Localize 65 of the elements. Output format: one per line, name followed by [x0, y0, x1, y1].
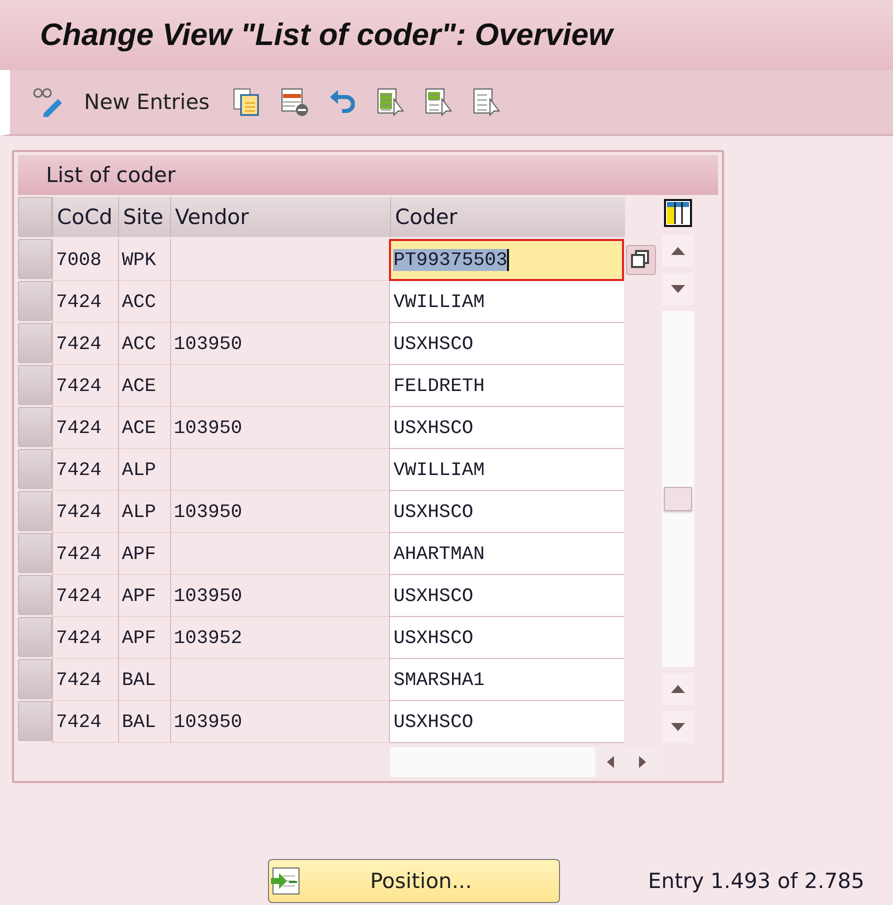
table-cell: 7424	[52, 281, 118, 323]
window-title: Change View "List of coder": Overview	[40, 17, 613, 53]
table-cell: 7424	[52, 533, 118, 575]
coder-input-field[interactable]: USXHSCO	[389, 407, 624, 449]
coder-input-field[interactable]: AHARTMAN	[389, 533, 624, 575]
entry-count: Entry 1.493 of 2.785	[648, 869, 864, 893]
down-triangle-icon	[671, 723, 685, 731]
table-cell: 7424	[52, 659, 118, 701]
right-triangle-icon	[637, 756, 648, 768]
page-down-button[interactable]	[662, 711, 694, 743]
column-header[interactable]: Coder	[390, 197, 625, 237]
coder-input-field[interactable]: USXHSCO	[389, 323, 624, 365]
copy-icon[interactable]	[232, 87, 262, 117]
table-cell: APF	[118, 617, 170, 659]
coder-input-field[interactable]: USXHSCO	[389, 617, 624, 659]
coder-input-field[interactable]: FELDRETH	[389, 365, 624, 407]
table-cell: ACC	[118, 323, 170, 365]
table-cell: ALP	[118, 491, 170, 533]
table-cell: ACE	[118, 365, 170, 407]
column-header[interactable]: Site	[118, 197, 170, 237]
column-header[interactable]: CoCd	[52, 197, 118, 237]
coder-input-field[interactable]: USXHSCO	[389, 575, 624, 617]
table-cell: 7424	[52, 365, 118, 407]
table-cell: APF	[118, 575, 170, 617]
table-cell: 7424	[52, 575, 118, 617]
select-block-icon[interactable]	[472, 87, 502, 117]
position-button[interactable]: Position...	[268, 859, 560, 903]
table-cell: 7424	[52, 491, 118, 533]
coder-input-field[interactable]: VWILLIAM	[389, 449, 624, 491]
table-cell: APF	[118, 533, 170, 575]
table-cell: BAL	[118, 701, 170, 743]
scroll-right-button[interactable]	[626, 747, 658, 777]
table-cell: 7424	[52, 407, 118, 449]
left-triangle-icon	[606, 756, 616, 768]
up-triangle-icon	[671, 685, 685, 693]
coder-input-field[interactable]: VWILLIAM	[389, 281, 624, 323]
table-cell: ACE	[118, 407, 170, 449]
column-settings-icon[interactable]	[662, 197, 694, 229]
up-triangle-icon	[671, 247, 685, 255]
table-cell: 7424	[52, 449, 118, 491]
scroll-up-button[interactable]	[662, 235, 694, 267]
coder-input-field[interactable]: SMARSHA1	[389, 659, 624, 701]
scroll-down-button[interactable]	[662, 273, 694, 305]
table-cell: ACC	[118, 281, 170, 323]
vertical-scrollbar[interactable]	[662, 311, 694, 667]
delete-row-icon[interactable]	[280, 87, 310, 117]
table-cell: 7424	[52, 701, 118, 743]
table-cell: 7424	[52, 323, 118, 365]
table-title: List of coder	[46, 163, 176, 187]
coder-input-field[interactable]: USXHSCO	[389, 491, 624, 533]
value-help-icon[interactable]	[626, 245, 656, 275]
select-block-icon[interactable]	[424, 87, 454, 117]
table-cell: BAL	[118, 659, 170, 701]
down-triangle-icon	[671, 285, 685, 293]
coder-input-field[interactable]: USXHSCO	[389, 701, 624, 743]
new-entries-button[interactable]: New Entries	[84, 90, 214, 114]
scroll-left-button[interactable]	[595, 747, 627, 777]
column-header[interactable]: Vendor	[170, 197, 390, 237]
table-cell: WPK	[118, 239, 170, 281]
table-cell: ALP	[118, 449, 170, 491]
page-up-button[interactable]	[662, 673, 694, 705]
select-block-icon[interactable]	[376, 87, 406, 117]
table-cell: 7008	[52, 239, 118, 281]
coder-input-field[interactable]: PT99375503	[389, 239, 624, 281]
table-cell: 7424	[52, 617, 118, 659]
